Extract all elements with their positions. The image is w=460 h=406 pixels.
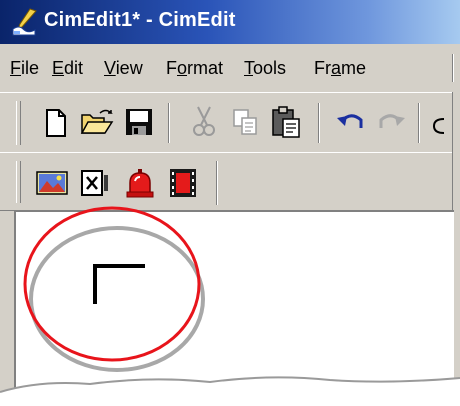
corner-bracket-shape[interactable] — [90, 262, 150, 308]
undo-icon[interactable] — [336, 111, 366, 133]
text-field-object-icon[interactable] — [80, 169, 110, 197]
save-icon[interactable] — [124, 107, 154, 137]
menu-frame[interactable]: Frame — [314, 58, 366, 79]
alarm-object-icon[interactable] — [124, 167, 156, 199]
title-bar[interactable]: CimEdit1* - CimEdit — [0, 0, 460, 44]
toolbar-grip[interactable] — [16, 101, 21, 145]
video-object-icon[interactable] — [168, 167, 198, 199]
menu-format[interactable]: Format — [166, 58, 223, 79]
drawing-canvas[interactable] — [14, 210, 454, 406]
menu-bar: File Edit View Format Tools Frame — [0, 44, 460, 92]
open-folder-icon[interactable] — [80, 107, 114, 137]
objects-toolbar — [0, 152, 460, 211]
menu-bar-edge — [452, 54, 454, 82]
redo-icon[interactable] — [376, 111, 406, 133]
cimedit-window: CimEdit1* - CimEdit File Edit View Forma… — [0, 0, 460, 406]
menu-tools[interactable]: Tools — [244, 58, 286, 79]
toolbar-separator — [216, 161, 218, 205]
standard-toolbar — [0, 92, 460, 153]
menu-file[interactable]: File — [10, 58, 39, 79]
copy-icon[interactable] — [232, 107, 260, 137]
menu-view[interactable]: View — [104, 58, 143, 79]
window-title: CimEdit1* - CimEdit — [44, 9, 236, 31]
cimedit-app-icon — [12, 8, 37, 36]
truncated-toolbar-icon[interactable] — [432, 115, 446, 135]
new-file-icon[interactable] — [44, 109, 68, 137]
toolbar-grip[interactable] — [16, 161, 21, 203]
picture-object-icon[interactable] — [36, 171, 68, 195]
toolbar-separator — [168, 103, 170, 143]
toolbar-separator — [418, 103, 420, 143]
paste-icon[interactable] — [270, 105, 302, 139]
toolbar-separator — [318, 103, 320, 143]
menu-edit[interactable]: Edit — [52, 58, 83, 79]
cut-icon[interactable] — [190, 105, 218, 139]
